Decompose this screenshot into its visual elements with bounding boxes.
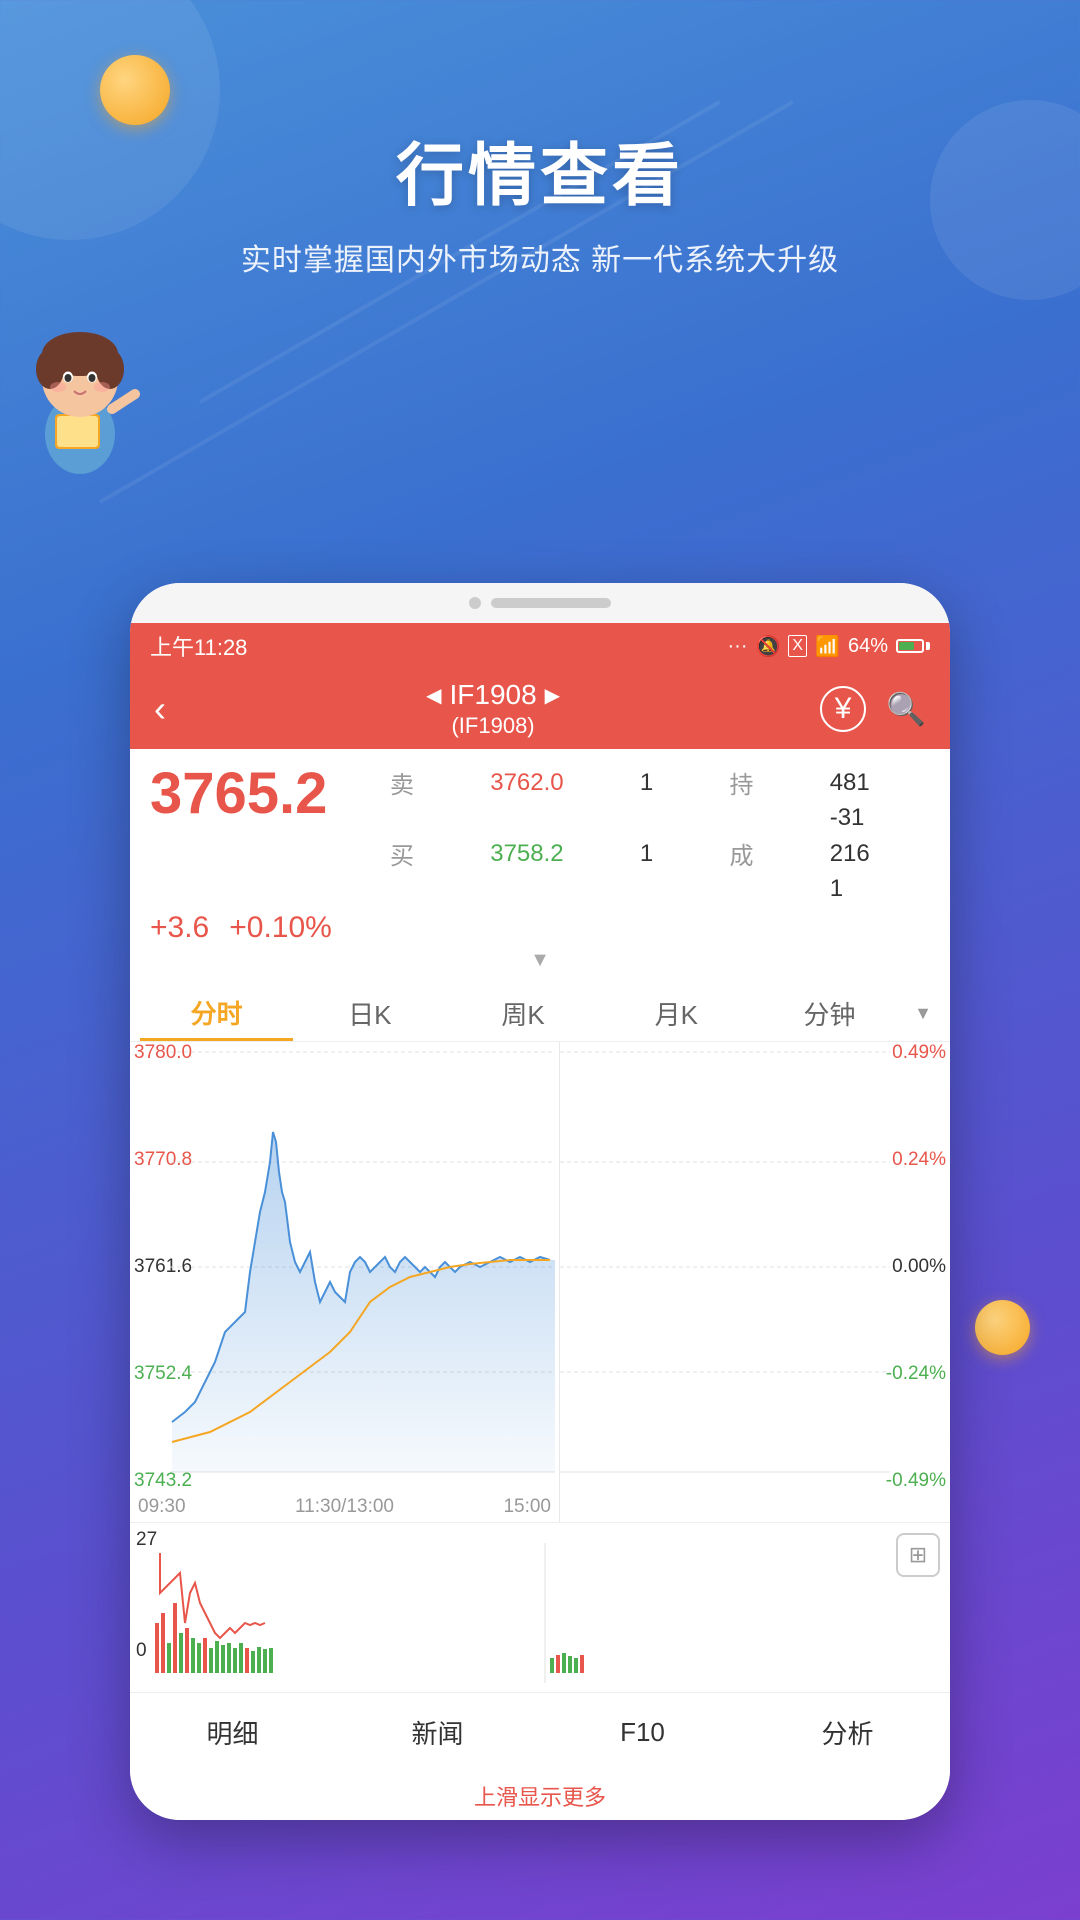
tab-fenshi[interactable]: 分时	[140, 986, 293, 1041]
tab-dropdown[interactable]: ▼	[906, 1003, 940, 1024]
volume-chart-svg	[130, 1543, 950, 1683]
nav-arrow-right[interactable]: ▶	[545, 683, 560, 708]
phone-dot	[469, 597, 481, 609]
chart-right: 0.49% 0.24% 0.00% -0.24% -0.49%	[560, 1042, 950, 1522]
nav-f10[interactable]: F10	[540, 1717, 745, 1748]
nav-symbol: ◀ IF1908 ▶	[426, 679, 560, 711]
signal-icon: ···	[728, 635, 748, 658]
deal-qty: 216	[830, 840, 930, 868]
header-subtitle: 实时掌握国内外市场动态 新一代系统大升级	[0, 235, 1080, 279]
tab-zhouk[interactable]: 周K	[446, 986, 599, 1041]
right-chart-svg	[560, 1042, 950, 1492]
bottom-nav: 明细 新闻 F10 分析	[130, 1692, 950, 1772]
deal-val: 1	[830, 875, 930, 903]
buy-label: 买	[390, 836, 474, 871]
nav-symbol-name: IF1908	[449, 679, 536, 711]
float-ball-3	[975, 1300, 1030, 1355]
mute-icon: 🔕	[755, 634, 780, 659]
phone-bar	[491, 598, 611, 608]
sell-label: 卖	[390, 765, 474, 800]
phone-mockup: 上午11:28 ··· 🔕 X 📶 64% ‹ ◀ IF1908 ▶ (IF19…	[130, 583, 950, 1820]
tab-yuek[interactable]: 月K	[600, 986, 753, 1041]
nav-mingxi[interactable]: 明细	[130, 1714, 335, 1751]
main-chart-svg	[130, 1042, 560, 1492]
status-time: 上午11:28	[150, 630, 247, 662]
battery-icon	[896, 639, 930, 653]
price-change-pct: +0.10%	[229, 911, 332, 945]
nav-arrow-left[interactable]: ◀	[426, 683, 441, 708]
main-price: 3765.2	[150, 765, 370, 823]
price-section: 3765.2 卖 3762.0 1 持 481 -31 买 3758.2 1 成…	[130, 749, 950, 986]
header-title: 行情查看	[0, 120, 1080, 219]
battery-body	[896, 639, 924, 653]
tab-fenzhong[interactable]: 分钟	[753, 986, 906, 1041]
mascot-svg	[0, 299, 160, 479]
nav-title-area: ◀ IF1908 ▶ (IF1908)	[426, 679, 560, 739]
hold-label: 持	[729, 765, 813, 800]
chart-x-labels-left: 09:30 11:30/13:00 15:00	[130, 1496, 559, 1518]
nav-actions: ¥ 🔍	[820, 686, 926, 732]
wifi-icon: 📶	[815, 634, 840, 659]
chart-area: 3780.0 3770.8 3761.6 3752.4 3743.2	[130, 1042, 950, 1522]
nav-xinwen[interactable]: 新闻	[335, 1714, 540, 1751]
x-label-start: 09:30	[138, 1496, 186, 1518]
buy-price: 3758.2	[490, 840, 624, 868]
arrow-down: ▼	[150, 945, 930, 976]
tab-rik[interactable]: 日K	[293, 986, 446, 1041]
status-right: ··· 🔕 X 📶 64%	[728, 634, 931, 659]
volume-area: 27 0 ⊞	[130, 1522, 950, 1692]
hold-change: -31	[830, 804, 930, 832]
battery-fill	[899, 642, 914, 650]
x-label-mid: 11:30/13:00	[295, 1496, 394, 1518]
price-main-row: 3765.2 卖 3762.0 1 持 481 -31 买 3758.2 1 成…	[150, 765, 930, 903]
sell-price: 3762.0	[490, 769, 624, 797]
bottom-hint: 上滑显示更多	[130, 1772, 950, 1820]
sell-qty: 1	[640, 769, 714, 797]
x-label-end: 15:00	[503, 1496, 551, 1518]
chart-tabs: 分时 日K 周K 月K 分钟 ▼	[130, 986, 950, 1042]
nav-bar: ‹ ◀ IF1908 ▶ (IF1908) ¥ 🔍	[130, 669, 950, 749]
battery-pct: 64%	[848, 635, 888, 658]
chart-left: 3780.0 3770.8 3761.6 3752.4 3743.2	[130, 1042, 560, 1522]
status-bar: 上午11:28 ··· 🔕 X 📶 64%	[130, 623, 950, 669]
buy-qty: 1	[640, 840, 714, 868]
hold-qty: 481	[830, 769, 930, 797]
header-section: 行情查看 实时掌握国内外市场动态 新一代系统大升级	[0, 0, 1080, 279]
yen-icon-button[interactable]: ¥	[820, 686, 866, 732]
price-details: 卖 3762.0 1 持 481 -31 买 3758.2 1 成 216 1	[390, 765, 930, 903]
deal-label: 成	[729, 836, 813, 871]
phone-notch	[130, 583, 950, 623]
price-change-abs: +3.6	[150, 911, 209, 945]
back-button[interactable]: ‹	[154, 688, 166, 730]
nav-fenxi[interactable]: 分析	[745, 1714, 950, 1751]
search-button[interactable]: 🔍	[886, 690, 926, 728]
sim-icon: X	[788, 635, 807, 657]
battery-tip	[926, 642, 930, 650]
nav-subtitle: (IF1908)	[426, 713, 560, 739]
price-change-row: +3.6 +0.10%	[150, 911, 930, 945]
mascot-container	[0, 299, 1080, 479]
